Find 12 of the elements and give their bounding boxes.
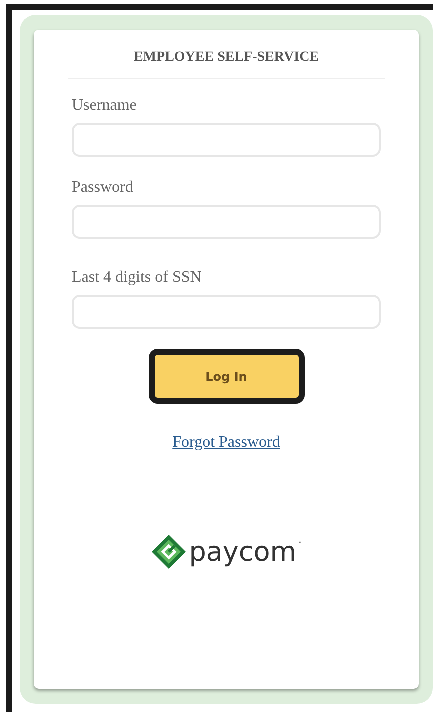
login-button[interactable]: Log In — [148, 349, 304, 404]
logo-wordmark: paycom — [189, 536, 297, 568]
logo-mark: · — [298, 538, 302, 549]
field-label: Last 4 digits of SSN — [72, 269, 203, 287]
input-field[interactable] — [72, 295, 381, 329]
forgot-password-link[interactable]: Forgot Password — [172, 434, 280, 452]
form-title: EMPLOYEE SELF-SERVICE — [132, 50, 320, 66]
input-field[interactable] — [72, 205, 381, 239]
diamond-logo-icon — [151, 534, 188, 570]
field-label: Username — [72, 97, 138, 115]
field-label: Password — [72, 179, 134, 197]
input-field[interactable] — [72, 123, 381, 157]
